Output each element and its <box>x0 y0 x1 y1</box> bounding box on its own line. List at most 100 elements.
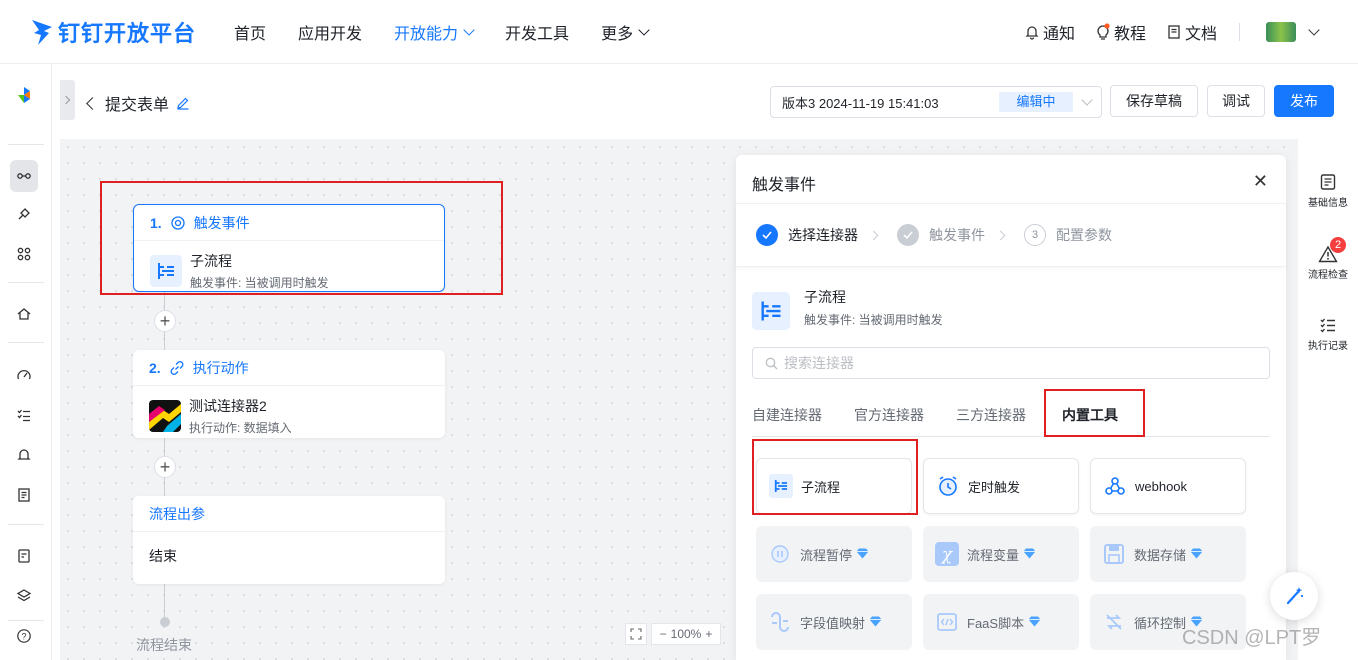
tutorial-label: 教程 <box>1113 26 1146 43</box>
diamond-icon <box>1028 615 1041 630</box>
step-label: 触发事件 <box>929 227 985 243</box>
apps-grid-icon <box>17 247 31 261</box>
tutorial-link[interactable]: 教程 <box>1095 20 1146 44</box>
output-node[interactable]: 流程出参 结束 <box>133 496 445 584</box>
sidebar-divider <box>8 524 44 525</box>
nav-item-dev-tools[interactable]: 开发工具 <box>505 20 569 44</box>
brand[interactable]: 钉钉开放平台 <box>30 16 220 48</box>
rail-flow-check[interactable]: 流程检查 2 <box>1298 237 1358 281</box>
chevron-right-icon <box>995 230 1006 240</box>
sidebar-item-home[interactable] <box>10 300 38 328</box>
tool-field-mapping[interactable]: 字段值映射 <box>756 594 912 650</box>
checklist-icon <box>17 409 30 422</box>
sidebar-item-flow[interactable] <box>10 160 38 192</box>
sidebar-item-dashboard[interactable] <box>10 361 38 389</box>
sidebar-divider <box>8 144 44 145</box>
watermark: CSDN @LPT罗 <box>1182 627 1322 649</box>
sidebar-divider <box>8 342 44 343</box>
tab-custom[interactable]: 自建连接器 <box>752 405 822 436</box>
checklist-icon <box>1320 318 1335 333</box>
tool-flow-variable[interactable]: χ 流程变量 <box>923 526 1079 582</box>
edit-pencil-icon[interactable] <box>176 96 190 110</box>
tab-official[interactable]: 官方连接器 <box>854 405 924 436</box>
nav-item-home[interactable]: 首页 <box>234 20 266 44</box>
tool-label: 字段值映射 <box>800 615 866 631</box>
nav-item-app-dev[interactable]: 应用开发 <box>298 20 362 44</box>
webhook-icon <box>1105 477 1125 495</box>
step-select-connector[interactable]: 选择连接器 <box>756 224 858 246</box>
debug-button[interactable]: 调试 <box>1207 85 1265 117</box>
rail-basic-info[interactable]: 基础信息 <box>1298 173 1358 209</box>
tool-timer-trigger[interactable]: 定时触发 <box>923 458 1079 514</box>
publish-button[interactable]: 发布 <box>1274 85 1334 117</box>
nav-item-more[interactable]: 更多 <box>601 20 650 44</box>
sidebar-divider <box>8 282 44 283</box>
fit-screen-icon[interactable] <box>625 623 647 645</box>
tool-webhook[interactable]: webhook <box>1090 458 1246 514</box>
zoom-in-icon[interactable]: + <box>705 627 712 641</box>
bell-icon <box>17 449 31 460</box>
action-node[interactable]: 2. 执行动作 测试连接器2 执行动作: 数据填入 <box>133 350 445 438</box>
link-icon <box>170 360 184 375</box>
tool-data-storage[interactable]: 数据存储 <box>1090 526 1246 582</box>
tool-label: webhook <box>1135 478 1188 494</box>
zoom-controls: − 100% + <box>625 623 721 645</box>
step-config-params[interactable]: 3 配置参数 <box>1024 224 1112 246</box>
zoom-level: 100% <box>670 627 702 641</box>
tool-faas-script[interactable]: FaaS脚本 <box>923 594 1079 650</box>
version-status-badge: 编辑中 <box>999 92 1073 112</box>
add-step-button[interactable]: + <box>154 310 176 332</box>
flow-end-dot <box>160 617 170 627</box>
sidebar-item-help[interactable]: ? <box>10 622 38 650</box>
avatar[interactable] <box>1266 22 1296 42</box>
sidebar-item-layers[interactable] <box>10 582 38 610</box>
sidebar-item-form[interactable] <box>10 542 38 570</box>
back-button[interactable]: 提交表单 <box>86 91 190 115</box>
check-icon <box>897 224 919 246</box>
document-icon <box>1168 25 1180 39</box>
drawer-title: 触发事件 <box>752 177 817 194</box>
chevron-down-icon <box>1081 94 1093 106</box>
ai-assistant-button[interactable] <box>1270 572 1318 620</box>
node-title: 结束 <box>149 548 177 564</box>
nav-item-open-capability[interactable]: 开放能力 <box>394 20 475 44</box>
rail-exec-log[interactable]: 执行记录 <box>1298 316 1358 352</box>
selected-connector-subtitle: 触发事件: 当被调用时触发 <box>804 312 943 327</box>
zoom-out-icon[interactable]: − <box>660 627 667 641</box>
sidebar-item-tasks[interactable] <box>10 401 38 429</box>
step-trigger-event[interactable]: 触发事件 <box>897 224 985 246</box>
sidebar-item-apps[interactable] <box>10 240 38 268</box>
highlight-box <box>100 181 503 295</box>
docs-link[interactable]: 文档 <box>1166 20 1217 44</box>
search-placeholder: 搜索连接器 <box>784 355 854 371</box>
close-icon[interactable]: ✕ <box>1253 171 1268 192</box>
search-input[interactable]: 搜索连接器 <box>752 347 1270 379</box>
notify-link[interactable]: 通知 <box>1024 20 1075 44</box>
tool-flow-pause[interactable]: 流程暂停 <box>756 526 912 582</box>
rail-label: 流程检查 <box>1308 270 1348 281</box>
version-select[interactable]: 版本3 2024-11-19 15:41:03 编辑中 <box>770 86 1102 118</box>
tab-third-party[interactable]: 三方连接器 <box>956 405 1026 436</box>
tool-label: FaaS脚本 <box>967 615 1025 631</box>
loop-icon <box>1106 614 1122 630</box>
sidebar-item-connector[interactable] <box>10 200 38 228</box>
sidebar-item-notifications[interactable] <box>10 441 38 469</box>
chevron-down-icon <box>463 23 475 36</box>
app-logo-icon[interactable] <box>10 81 38 109</box>
nav-label: 开发工具 <box>505 25 570 43</box>
sidebar-item-docs[interactable] <box>10 481 38 509</box>
flow-icon <box>17 173 31 179</box>
save-draft-button[interactable]: 保存草稿 <box>1110 85 1198 117</box>
layers-icon <box>16 589 32 602</box>
tool-label: 循环控制 <box>1134 615 1187 631</box>
notify-label: 通知 <box>1042 26 1075 43</box>
add-step-button[interactable]: + <box>154 456 176 478</box>
expand-sidebar-button[interactable] <box>60 80 75 120</box>
highlight-box <box>752 439 918 515</box>
alarm-clock-icon <box>939 476 957 496</box>
chevron-down-icon[interactable] <box>1308 24 1320 36</box>
chevron-left-icon <box>86 96 99 110</box>
plug-icon <box>18 208 30 220</box>
bulb-icon <box>1097 23 1110 40</box>
svg-text:χ: χ <box>941 545 954 565</box>
